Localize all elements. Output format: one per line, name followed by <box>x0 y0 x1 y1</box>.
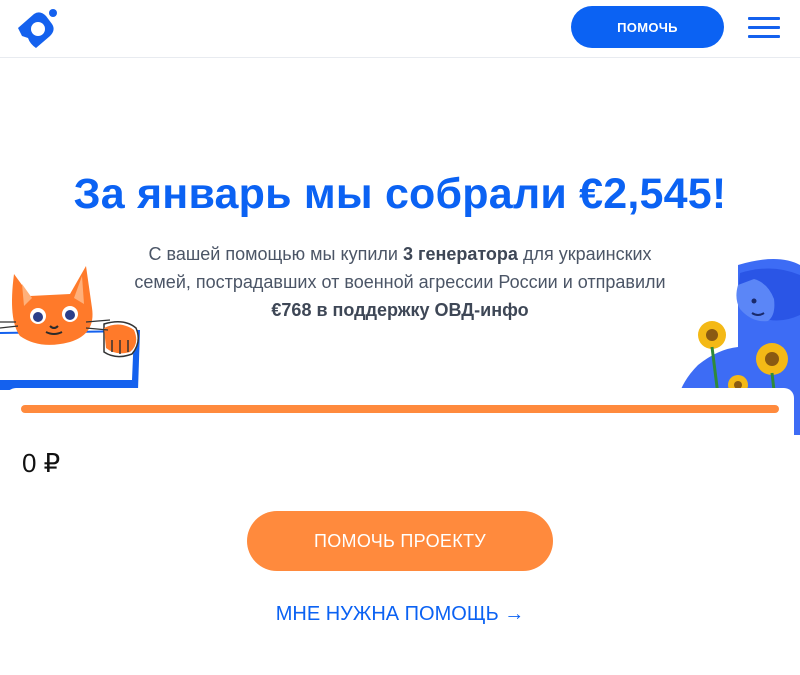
help-button[interactable]: ПОМОЧЬ <box>571 6 724 48</box>
top-header: ПОМОЧЬ <box>0 0 800 58</box>
collected-amount: 0 ₽ <box>22 448 61 478</box>
menu-line <box>748 35 780 38</box>
hamburger-menu-icon[interactable] <box>748 17 780 39</box>
sunflower-icon <box>756 343 788 375</box>
description-text: С вашей помощью мы купили <box>148 244 403 264</box>
sunflower-icon <box>698 321 726 349</box>
arrow-right-icon: → <box>504 603 525 625</box>
help-project-button[interactable]: ПОМОЧЬ ПРОЕКТУ <box>247 511 553 571</box>
need-help-link[interactable]: МНЕ НУЖНА ПОМОЩЬ → <box>276 603 525 625</box>
donation-progress-bar <box>21 405 779 413</box>
page-title: За январь мы собрали €2,545! <box>73 170 727 218</box>
page: ПОМОЧЬ За январь мы собрали €2,545! С ва… <box>0 0 800 675</box>
description-highlight-ovd: €768 в поддержку ОВД-инфо <box>271 300 529 320</box>
description-highlight-generators: 3 генератора <box>402 244 518 264</box>
need-help-label: МНЕ НУЖНА ПОМОЩЬ <box>275 603 499 625</box>
logo-icon[interactable] <box>14 6 60 52</box>
menu-line <box>748 17 780 20</box>
cat-illustration <box>0 266 140 390</box>
need-help-link-wrapper: МНЕ НУЖНА ПОМОЩЬ → <box>0 603 800 626</box>
hero-description: С вашей помощью мы купили 3 генератора д… <box>120 240 680 324</box>
menu-line <box>748 26 780 29</box>
progress-fill <box>21 405 779 413</box>
